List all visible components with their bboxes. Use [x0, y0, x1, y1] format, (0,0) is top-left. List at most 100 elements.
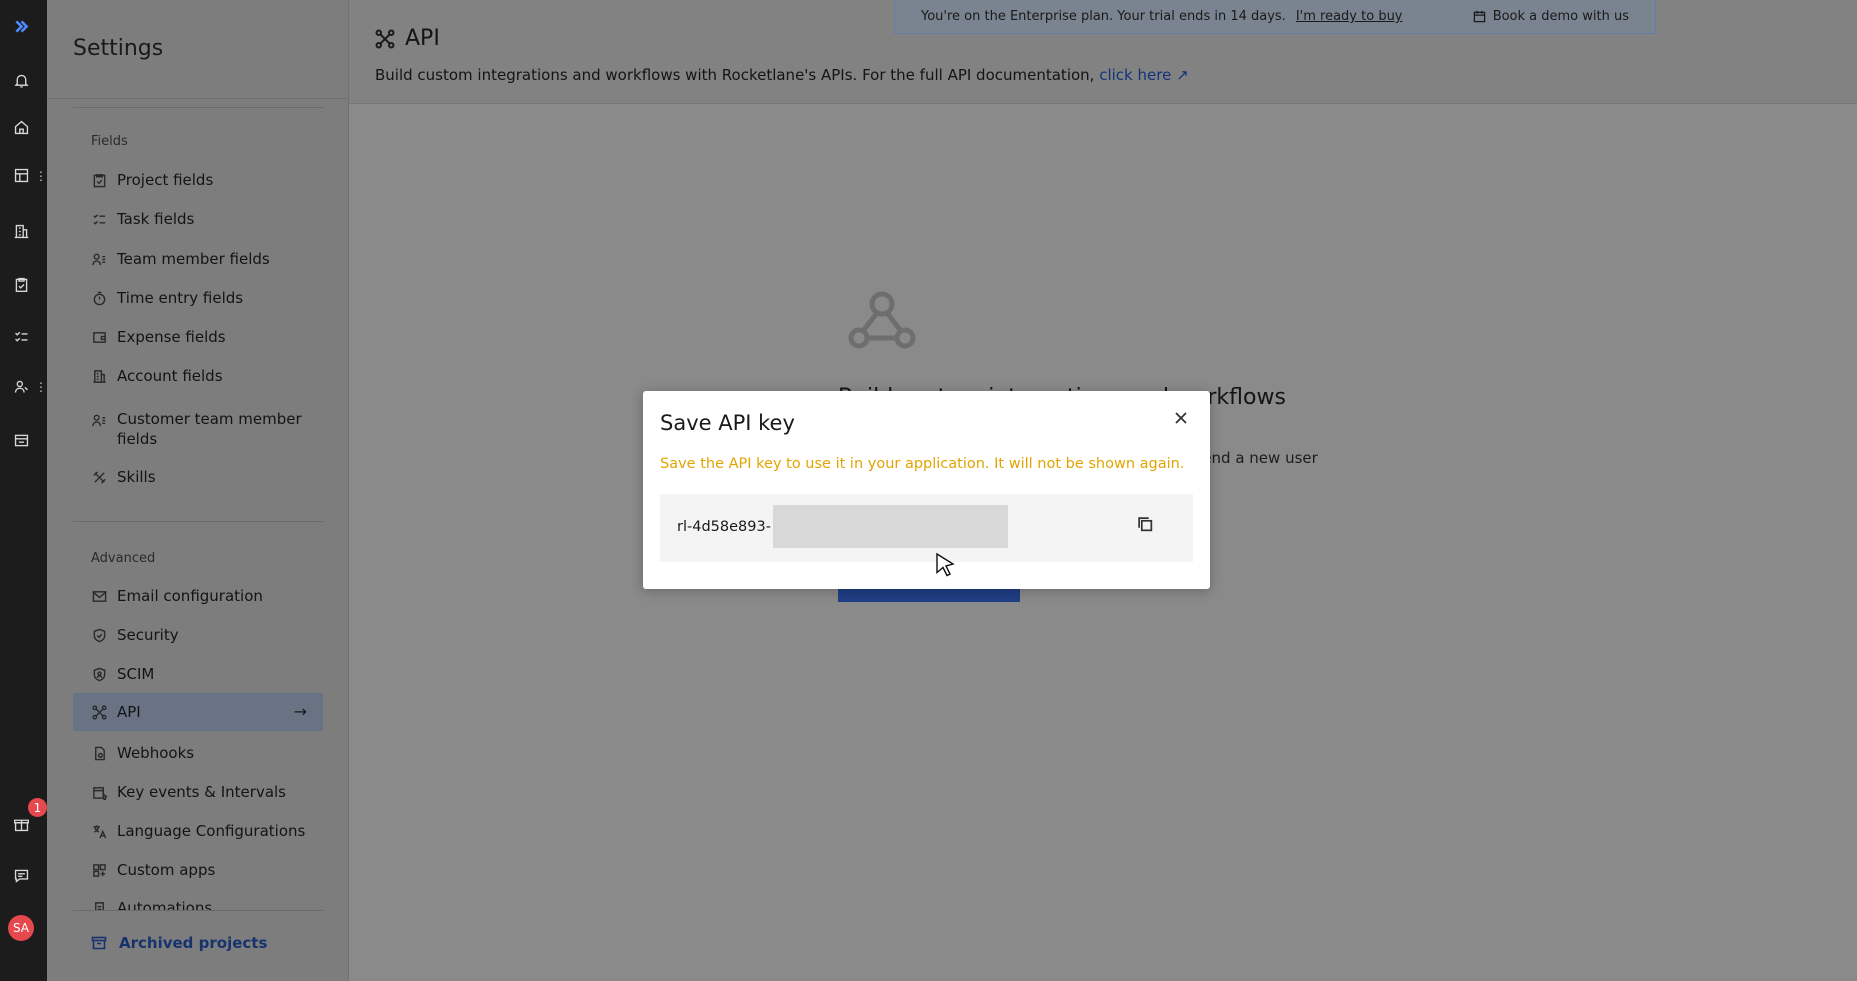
bell-icon[interactable]: [9, 68, 33, 92]
sidebar-item-label: Language Configurations: [117, 822, 306, 840]
sidebar-item-skills[interactable]: Skills: [73, 458, 323, 496]
sidebar-item-language-configurations[interactable]: Language Configurations: [73, 812, 323, 850]
sidebar-item-webhooks[interactable]: Webhooks: [73, 734, 323, 772]
archived-projects-link[interactable]: Archived projects: [91, 934, 267, 952]
ready-to-buy-link[interactable]: I'm ready to buy: [1296, 9, 1403, 24]
user-fields-icon: [91, 412, 107, 428]
sidebar-item-project-fields[interactable]: Project fields: [73, 161, 323, 199]
sidebar-item-label: Customer team member fields: [117, 410, 302, 448]
sidebar-item-label: SCIM: [117, 665, 155, 683]
trial-banner-text: You're on the Enterprise plan. Your tria…: [921, 9, 1286, 24]
settings-sidebar: Settings Fields Project fields Task fiel…: [47, 0, 349, 981]
automation-icon: [91, 900, 107, 910]
api-key-value: rl-4d58e893-: [677, 519, 771, 535]
webhook-icon: [91, 745, 107, 761]
calendar-icon: [1473, 10, 1485, 23]
divider: [47, 98, 349, 99]
sidebar-item-label: Task fields: [117, 210, 195, 228]
sidebar-item-customer-team-member-fields[interactable]: Customer team member fields: [73, 403, 323, 449]
sidebar-item-email-configuration[interactable]: Email configuration: [73, 577, 323, 615]
user-fields-icon: [91, 251, 107, 267]
page-title: API: [375, 26, 440, 51]
people-icon[interactable]: [9, 374, 33, 398]
sidebar-item-label: Team member fields: [117, 250, 270, 268]
sidebar-item-label: Webhooks: [117, 744, 195, 762]
sidebar-clip: Automations: [73, 893, 323, 910]
building-icon: [91, 368, 107, 384]
api-icon: [91, 704, 107, 720]
notification-badge: 1: [28, 798, 47, 817]
sidebar-item-custom-apps[interactable]: Custom apps: [73, 851, 323, 889]
gift-icon[interactable]: [9, 812, 33, 836]
translate-icon: [91, 823, 107, 839]
sidebar-item-automations[interactable]: Automations: [73, 893, 323, 910]
sidebar-item-label: Automations: [117, 899, 213, 910]
checklist-icon: [91, 211, 107, 227]
projects-more-icon[interactable]: ⋮: [35, 170, 47, 182]
sidebar-item-label: Key events & Intervals: [117, 783, 286, 801]
sidebar-item-team-member-fields[interactable]: Team member fields: [73, 240, 323, 278]
api-icon: [375, 29, 395, 48]
divider: [73, 107, 323, 108]
sidebar-item-expense-fields[interactable]: Expense fields: [73, 318, 323, 356]
page-title-text: API: [405, 26, 440, 51]
page-description-text: Build custom integrations and workflows …: [375, 66, 1095, 84]
chat-icon[interactable]: [9, 863, 33, 887]
book-demo-label: Book a demo with us: [1492, 9, 1629, 24]
people-more-icon[interactable]: ⋮: [35, 381, 47, 393]
sidebar-item-label: Expense fields: [117, 328, 226, 346]
sidebar-item-label: Time entry fields: [117, 289, 244, 307]
modal-title: Save API key: [660, 411, 795, 435]
scim-shield-icon: [91, 666, 107, 682]
modal-warning: Save the API key to use it in your appli…: [660, 456, 1185, 472]
page-description: Build custom integrations and workflows …: [375, 66, 1189, 84]
app-rail: ⋮ ⋮ 1 SA: [0, 0, 47, 981]
sidebar-item-api[interactable]: API →: [73, 693, 323, 731]
templates-icon[interactable]: [9, 428, 33, 452]
tasks-clipboard-icon[interactable]: [9, 272, 33, 296]
mouse-cursor-icon: [935, 552, 957, 578]
clipboard-check-icon: [91, 172, 107, 188]
accounts-icon[interactable]: [9, 219, 33, 243]
divider: [73, 910, 323, 911]
save-api-key-modal: Save API key Save the API key to use it …: [643, 391, 1210, 589]
home-icon[interactable]: [9, 115, 33, 139]
sidebar-item-label: Skills: [117, 468, 156, 486]
sidebar-item-key-events[interactable]: Key events & Intervals: [73, 773, 323, 811]
projects-icon[interactable]: [9, 163, 33, 187]
sidebar-item-time-entry-fields[interactable]: Time entry fields: [73, 279, 323, 317]
archived-projects-label: Archived projects: [119, 934, 268, 952]
stopwatch-icon: [91, 290, 107, 306]
key-event-icon: [91, 784, 107, 800]
copy-icon[interactable]: [1137, 516, 1157, 536]
apps-grid-icon: [91, 862, 107, 878]
sidebar-item-account-fields[interactable]: Account fields: [73, 357, 323, 395]
sidebar-item-label: Project fields: [117, 171, 214, 189]
sidebar-item-security[interactable]: Security: [73, 616, 323, 654]
archive-icon: [91, 936, 107, 950]
sidebar-item-label: Email configuration: [117, 587, 263, 605]
advanced-section-label: Advanced: [91, 551, 156, 566]
user-avatar[interactable]: SA: [8, 915, 34, 941]
webhook-graphic-icon: [847, 288, 917, 352]
api-docs-link[interactable]: click here ↗: [1099, 66, 1188, 84]
checklist-icon[interactable]: [9, 324, 33, 348]
api-docs-link-text: click here: [1099, 66, 1172, 84]
settings-title: Settings: [73, 36, 164, 61]
book-demo-link[interactable]: Book a demo with us: [1473, 9, 1629, 24]
sidebar-item-scim[interactable]: SCIM: [73, 655, 323, 693]
external-link-icon: ↗: [1176, 66, 1189, 84]
rocketlane-logo-icon[interactable]: [9, 14, 33, 38]
shield-icon: [91, 627, 107, 643]
sidebar-item-label: Custom apps: [117, 861, 216, 879]
api-key-box: rl-4d58e893-: [660, 494, 1193, 562]
close-icon[interactable]: [1174, 410, 1192, 428]
trial-banner: You're on the Enterprise plan. Your tria…: [894, 0, 1656, 34]
mail-icon: [91, 588, 107, 604]
arrow-right-icon: →: [293, 702, 307, 721]
skills-icon: [91, 469, 107, 485]
fields-section-label: Fields: [91, 134, 128, 149]
sidebar-item-task-fields[interactable]: Task fields: [73, 200, 323, 238]
sidebar-item-label: API: [117, 703, 141, 721]
divider: [73, 521, 323, 522]
